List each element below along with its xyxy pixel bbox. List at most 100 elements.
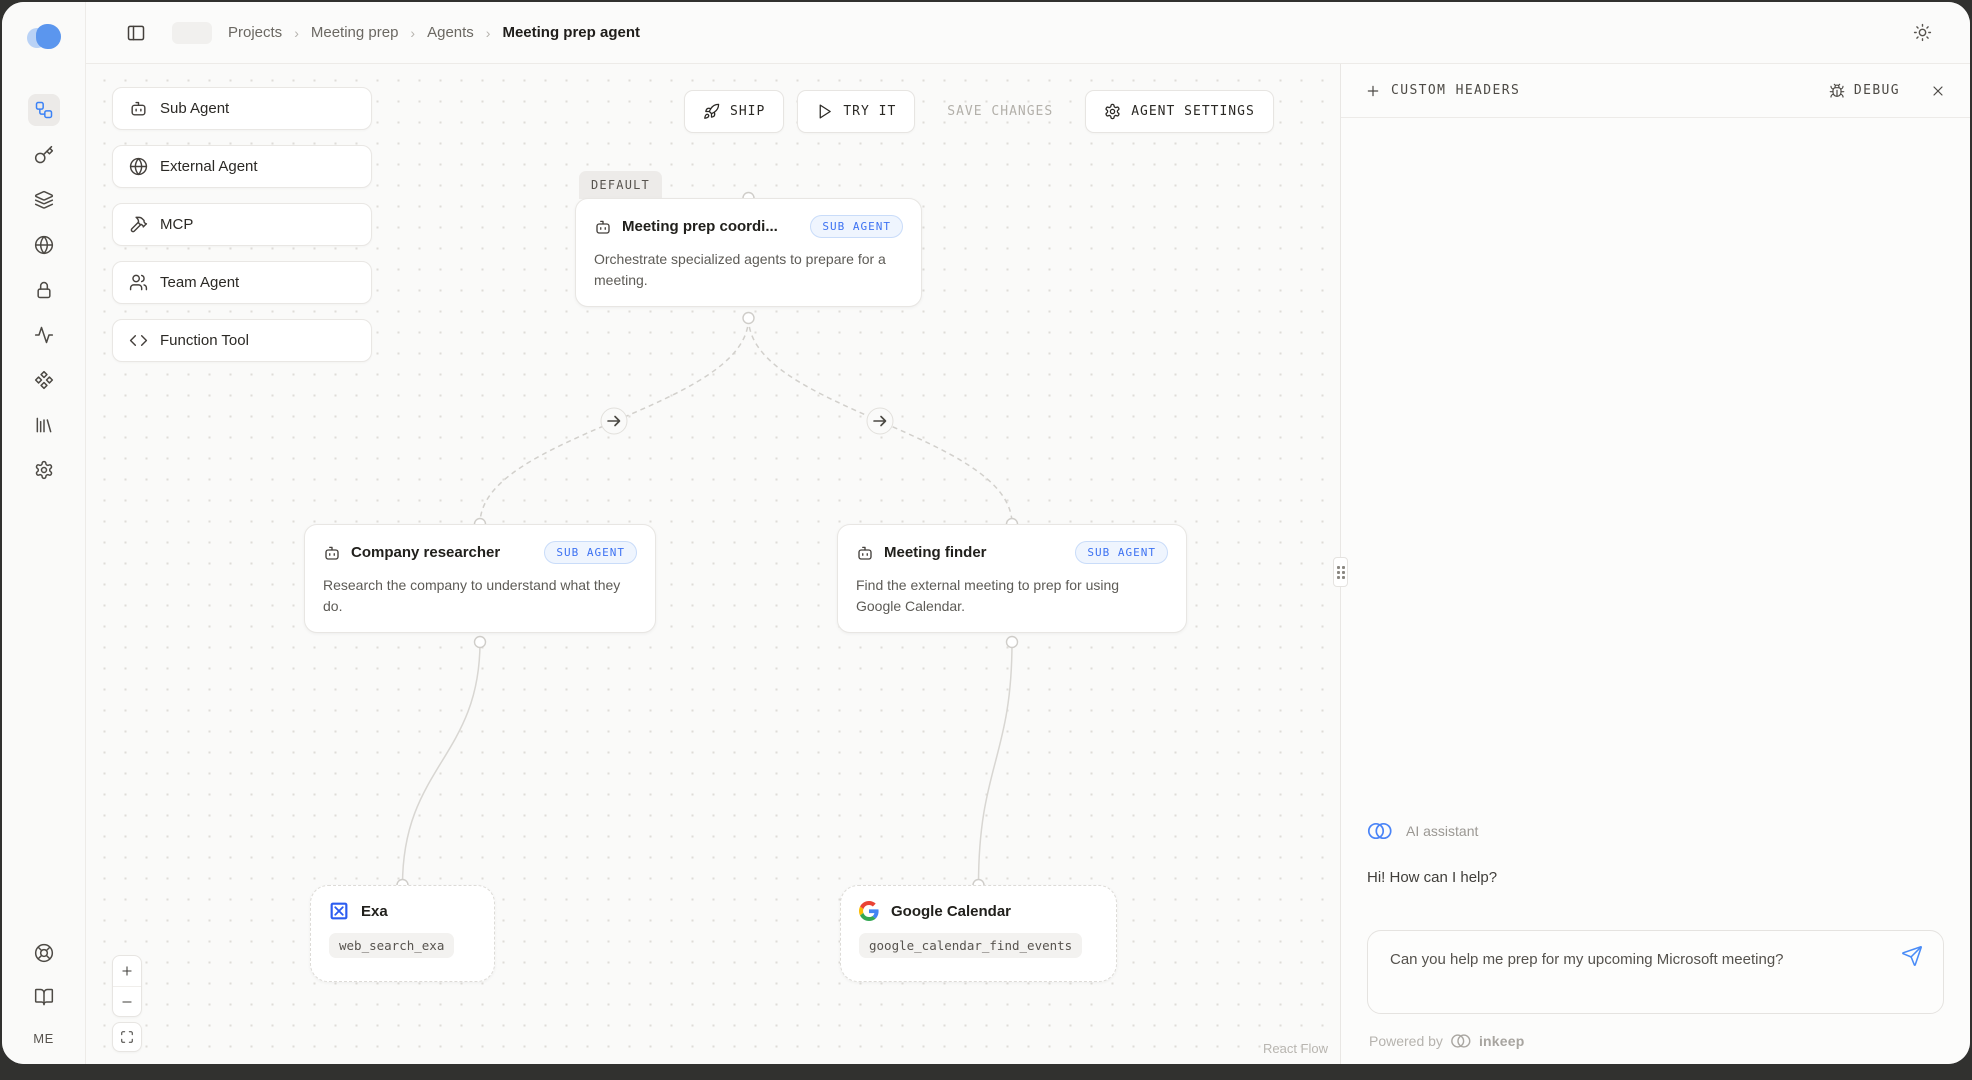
zoom-in-button[interactable] [113,956,141,986]
try-it-panel: CUSTOM HEADERS DEBUG AI assistant Hi! Ho… [1340,64,1970,1064]
node-google-calendar-tool[interactable]: Google Calendar google_calendar_find_eve… [840,885,1117,982]
node-exa-tool[interactable]: Exa web_search_exa [310,885,495,982]
user-avatar[interactable]: ME [33,1025,54,1048]
inkeep-logo[interactable] [27,24,61,50]
sidebar-item-graph[interactable] [28,94,60,126]
send-icon [1901,945,1923,967]
save-changes-label: SAVE CHANGES [947,104,1053,119]
brand-label: inkeep [1479,1033,1525,1049]
send-button[interactable] [1901,945,1923,967]
chat-input[interactable]: Can you help me prep for my upcoming Mic… [1367,930,1944,1014]
sidebar-item-domains[interactable] [28,229,60,261]
activity-icon [34,325,54,345]
ship-label: SHIP [730,104,765,119]
zoom-out-button[interactable] [113,986,141,1016]
panel-resize-handle[interactable] [1333,557,1348,587]
try-it-label: TRY IT [843,104,896,119]
exa-logo-icon [329,901,349,921]
sidebar-item-settings[interactable] [28,454,60,486]
palette-item-label: External Agent [160,158,258,175]
left-rail: ME [2,2,86,1064]
rocket-icon [703,103,720,120]
gear-icon [34,460,54,480]
powered-by-attribution[interactable]: Powered by inkeep [1367,1032,1944,1050]
breadcrumb-item[interactable]: Agents [427,24,474,41]
flow-canvas[interactable]: Sub Agent External Agent MCP Team Agent … [86,64,1340,1064]
sidebar-item-library[interactable] [28,409,60,441]
node-company-researcher[interactable]: Company researcher SUB AGENT Research th… [304,524,656,633]
sub-agent-badge: SUB AGENT [544,541,637,564]
chat-area: AI assistant Hi! How can I help? Can you… [1341,820,1970,1064]
fit-view-button[interactable] [112,1022,142,1052]
sub-agent-badge: SUB AGENT [1075,541,1168,564]
sidebar-item-keys[interactable] [28,139,60,171]
agent-settings-button[interactable]: AGENT SETTINGS [1085,90,1274,133]
palette-item-function-tool[interactable]: Function Tool [112,319,372,362]
sidebar-item-auth[interactable] [28,274,60,306]
node-description: Orchestrate specialized agents to prepar… [594,249,903,290]
node-meeting-finder[interactable]: Meeting finder SUB AGENT Find the extern… [837,524,1187,633]
maximize-icon [120,1030,134,1044]
palette-item-mcp[interactable]: MCP [112,203,372,246]
breadcrumb-current: Meeting prep agent [502,24,640,41]
breadcrumb-placeholder [172,22,212,44]
inkeep-brand-icon [1450,1032,1472,1050]
help-button[interactable] [28,937,60,969]
palette-item-sub-agent[interactable]: Sub Agent [112,87,372,130]
tool-function-pill: web_search_exa [329,933,454,958]
node-description: Research the company to understand what … [323,575,637,616]
palette-item-label: Sub Agent [160,100,229,117]
debug-label: DEBUG [1854,83,1900,98]
try-it-button[interactable]: TRY IT [797,90,915,133]
edge-arrow-badge [867,408,893,434]
hammer-icon [129,215,148,234]
book-open-icon [34,987,54,1007]
powered-by-label: Powered by [1369,1033,1443,1049]
palette-item-label: Function Tool [160,332,249,349]
save-changes-button[interactable]: SAVE CHANGES [928,90,1072,133]
gear-icon [1104,103,1121,120]
ship-button[interactable]: SHIP [684,90,784,133]
palette-item-external-agent[interactable]: External Agent [112,145,372,188]
sidebar-item-activity[interactable] [28,319,60,351]
tool-title: Google Calendar [891,903,1011,920]
node-title: Company researcher [351,544,534,561]
breadcrumb-item[interactable]: Meeting prep [311,24,399,41]
sidebar-item-layers[interactable] [28,184,60,216]
agent-settings-label: AGENT SETTINGS [1131,104,1255,119]
breadcrumb-separator: › [486,25,491,41]
react-flow-attribution[interactable]: React Flow [1263,1041,1328,1056]
chat-input-value: Can you help me prep for my upcoming Mic… [1390,947,1835,973]
workflow-icon [34,100,54,120]
bug-icon [1829,83,1845,99]
node-meeting-prep-coordinator[interactable]: Meeting prep coordi... SUB AGENT Orchest… [575,198,922,307]
top-header: Projects › Meeting prep › Agents › Meeti… [86,2,1970,64]
sidebar-item-components[interactable] [28,364,60,396]
debug-button[interactable]: DEBUG [1829,83,1900,99]
bot-icon [323,544,341,562]
assistant-name-label: AI assistant [1406,823,1478,839]
default-graph-tab[interactable]: DEFAULT [579,171,662,199]
panel-left-toggle-icon[interactable] [126,23,146,43]
palette-item-team-agent[interactable]: Team Agent [112,261,372,304]
bot-icon [856,544,874,562]
panel-header: CUSTOM HEADERS DEBUG [1341,64,1970,118]
edge-arrow-badge [601,408,627,434]
breadcrumb-item[interactable]: Projects [228,24,282,41]
app-window: ME Projects › Meeting prep › Agents › Me… [2,2,1970,1064]
close-panel-button[interactable] [1930,83,1946,99]
bot-icon [594,218,612,236]
globe-icon [34,235,54,255]
tool-title: Exa [361,903,388,920]
component-icon [34,370,54,390]
docs-button[interactable] [28,981,60,1013]
custom-headers-button[interactable]: CUSTOM HEADERS [1365,83,1520,99]
breadcrumb-separator: › [410,25,415,41]
library-icon [34,415,54,435]
life-buoy-icon [34,943,54,963]
custom-headers-label: CUSTOM HEADERS [1391,83,1520,98]
layers-icon [34,190,54,210]
theme-toggle-sun-icon[interactable] [1913,23,1932,42]
google-logo-icon [859,901,879,921]
sub-agent-badge: SUB AGENT [810,215,903,238]
